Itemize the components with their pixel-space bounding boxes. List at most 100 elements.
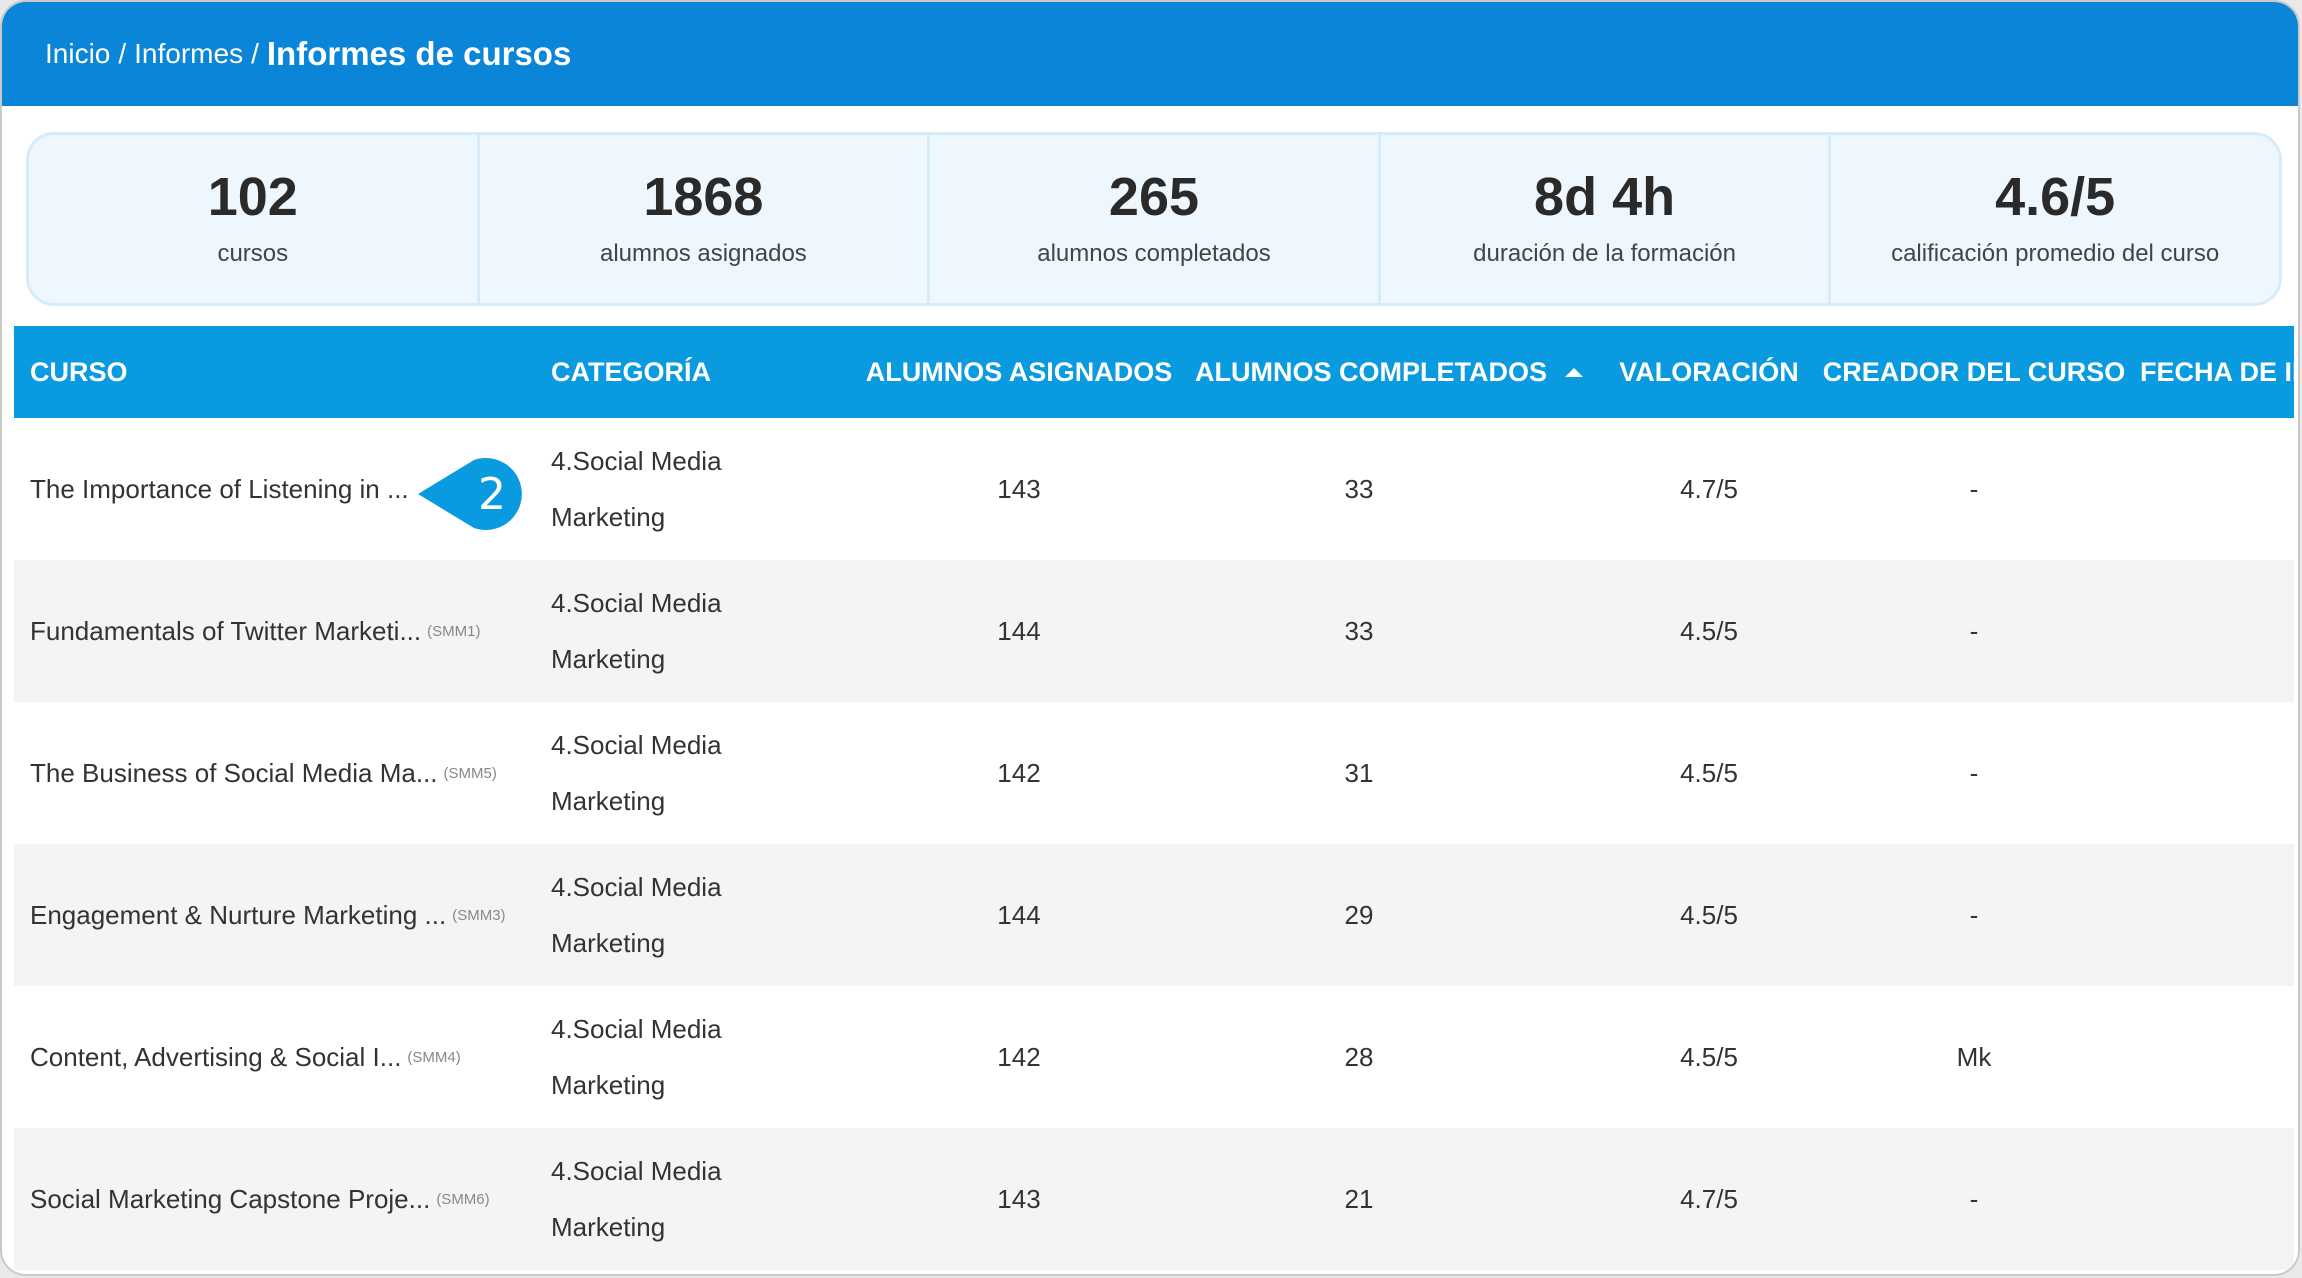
stat-label: duración de la formación (1473, 240, 1736, 267)
course-cell: Content, Advertising & Social I... (SMM4) (30, 986, 540, 1128)
category-cell: 4.Social Media Marketing (551, 560, 851, 702)
breadcrumb: Inicio / Informes / Informes de cursos (2, 2, 2298, 106)
course-code: (SMM5) (443, 764, 497, 782)
stat-label: alumnos completados (1037, 240, 1271, 267)
course-code: (SMM3) (452, 906, 506, 924)
category-cell: 4.Social Media Marketing (551, 418, 851, 560)
stat-value: 102 (207, 167, 298, 227)
table-row[interactable]: Social Marketing Capstone Proje... (SMM6)… (14, 1128, 2294, 1270)
table-row[interactable]: The Business of Social Media Ma... (SMM5)… (14, 702, 2294, 844)
stat-training-duration: 8d 4h duración de la formación (1377, 135, 1829, 303)
category-line: 4.Social Media (551, 1156, 722, 1186)
assigned-cell: 144 (997, 615, 1041, 646)
completed-cell: 21 (1344, 1183, 1374, 1214)
assigned-cell: 142 (997, 757, 1041, 788)
course-title[interactable]: Engagement & Nurture Marketing ... (30, 900, 446, 931)
stat-label: alumnos asignados (599, 240, 807, 267)
table-row[interactable]: The Importance of Listening in ... 4.Soc… (14, 418, 2294, 560)
course-cell: Social Marketing Capstone Proje... (SMM6) (30, 1128, 540, 1270)
completed-cell: 31 (1344, 757, 1374, 788)
category-line: Marketing (551, 502, 666, 532)
column-header-label: ALUMNOS COMPLETADOS (1195, 356, 1547, 387)
rating-cell: 4.7/5 (1680, 1183, 1738, 1214)
column-header-category[interactable]: CATEGORÍA (551, 326, 851, 418)
table-row[interactable]: Fundamentals of Twitter Marketi... (SMM1)… (14, 560, 2294, 702)
assigned-cell: 143 (997, 473, 1041, 504)
stat-value: 4.6/5 (1995, 167, 2116, 227)
category-line: 4.Social Media (551, 446, 722, 476)
course-cell: The Business of Social Media Ma... (SMM5) (30, 702, 540, 844)
category-line: Marketing (551, 644, 666, 674)
column-header-rating[interactable]: VALORACIÓN (1604, 326, 1814, 418)
stat-value: 265 (1108, 167, 1200, 227)
category-cell: 4.Social Media Marketing (551, 986, 851, 1128)
creator-cell: - (1969, 757, 1979, 788)
column-header-assigned[interactable]: ALUMNOS ASIGNADOS (854, 326, 1184, 418)
page-title: Informes de cursos (266, 35, 572, 72)
stat-value: 1868 (643, 167, 764, 227)
summary-stats: 102 cursos 1868 alumnos asignados 265 al… (26, 132, 2282, 306)
category-line: 4.Social Media (551, 730, 722, 760)
course-title[interactable]: Content, Advertising & Social I... (30, 1042, 401, 1073)
stat-value: 8d 4h (1534, 167, 1676, 227)
column-header-date[interactable]: FECHA DE IN (2140, 326, 2294, 418)
completed-cell: 33 (1344, 473, 1374, 504)
stat-average-rating: 4.6/5 calificación promedio del curso (1828, 135, 2279, 303)
stat-label: cursos (217, 240, 289, 267)
stat-assigned-students: 1868 alumnos asignados (476, 135, 928, 303)
column-header-label: VALORACIÓN (1619, 356, 1799, 387)
category-cell: 4.Social Media Marketing (551, 1128, 851, 1270)
table-row[interactable]: Engagement & Nurture Marketing ... (SMM3)… (14, 844, 2294, 986)
column-header-completed[interactable]: ALUMNOS COMPLETADOS (1194, 326, 1584, 418)
course-cell: Fundamentals of Twitter Marketi... (SMM1) (30, 560, 540, 702)
column-header-label: FECHA DE IN (2140, 356, 2294, 387)
category-line: Marketing (551, 1070, 666, 1100)
column-header-label: ALUMNOS ASIGNADOS (865, 356, 1173, 387)
stat-courses: 102 cursos (29, 135, 477, 303)
course-cell: Engagement & Nurture Marketing ... (SMM3) (30, 844, 540, 986)
category-line: Marketing (551, 1212, 666, 1242)
course-title[interactable]: Social Marketing Capstone Proje... (30, 1184, 430, 1215)
completed-cell: 33 (1344, 615, 1374, 646)
column-header-label: CURSO (30, 356, 128, 387)
breadcrumb-separator: / (118, 38, 127, 69)
creator-cell: - (1969, 899, 1979, 930)
stat-label: calificación promedio del curso (1891, 240, 2220, 267)
category-cell: 4.Social Media Marketing (551, 844, 851, 986)
app-frame: Inicio / Informes / Informes de cursos 1… (0, 0, 2300, 1276)
rating-cell: 4.5/5 (1680, 615, 1738, 646)
breadcrumb-separator: / (251, 38, 259, 69)
category-cell: 4.Social Media Marketing (551, 702, 851, 844)
creator-cell: - (1969, 1183, 1979, 1214)
completed-cell: 28 (1344, 1041, 1374, 1072)
course-code: (SMM1) (427, 622, 481, 640)
course-code: (SMM6) (436, 1190, 490, 1208)
category-line: 4.Social Media (551, 588, 722, 618)
assigned-cell: 143 (997, 1183, 1041, 1214)
callout-number: 2 (478, 468, 506, 520)
category-line: Marketing (551, 928, 666, 958)
table-row[interactable]: Content, Advertising & Social I... (SMM4)… (14, 986, 2294, 1128)
category-line: Marketing (551, 786, 666, 816)
rating-cell: 4.5/5 (1680, 757, 1738, 788)
column-header-label: CATEGORÍA (551, 356, 711, 387)
course-title[interactable]: Fundamentals of Twitter Marketi... (30, 616, 421, 647)
stat-completed-students: 265 alumnos completados (927, 135, 1378, 303)
course-title[interactable]: The Business of Social Media Ma... (30, 758, 438, 789)
courses-table: CURSO CATEGORÍA ALUMNOS ASIGNADOS ALUMNO… (14, 326, 2294, 1274)
column-header-label: CREADOR DEL CURSO (1822, 356, 2126, 387)
creator-cell: Mk (1956, 1041, 1992, 1072)
breadcrumb-home[interactable]: Inicio (45, 38, 110, 70)
table-header: CURSO CATEGORÍA ALUMNOS ASIGNADOS ALUMNO… (14, 326, 2294, 418)
category-line: 4.Social Media (551, 872, 722, 902)
breadcrumb-reports[interactable]: Informes (134, 38, 243, 70)
rating-cell: 4.7/5 (1680, 473, 1738, 504)
rating-cell: 4.5/5 (1680, 899, 1738, 930)
completed-cell: 29 (1344, 899, 1374, 930)
rating-cell: 4.5/5 (1680, 1041, 1738, 1072)
course-title[interactable]: The Importance of Listening in ... (30, 474, 409, 505)
column-header-course[interactable]: CURSO (30, 326, 540, 418)
creator-cell: - (1969, 473, 1979, 504)
course-code: (SMM4) (407, 1048, 461, 1066)
column-header-creator[interactable]: CREADOR DEL CURSO (1822, 326, 2126, 418)
